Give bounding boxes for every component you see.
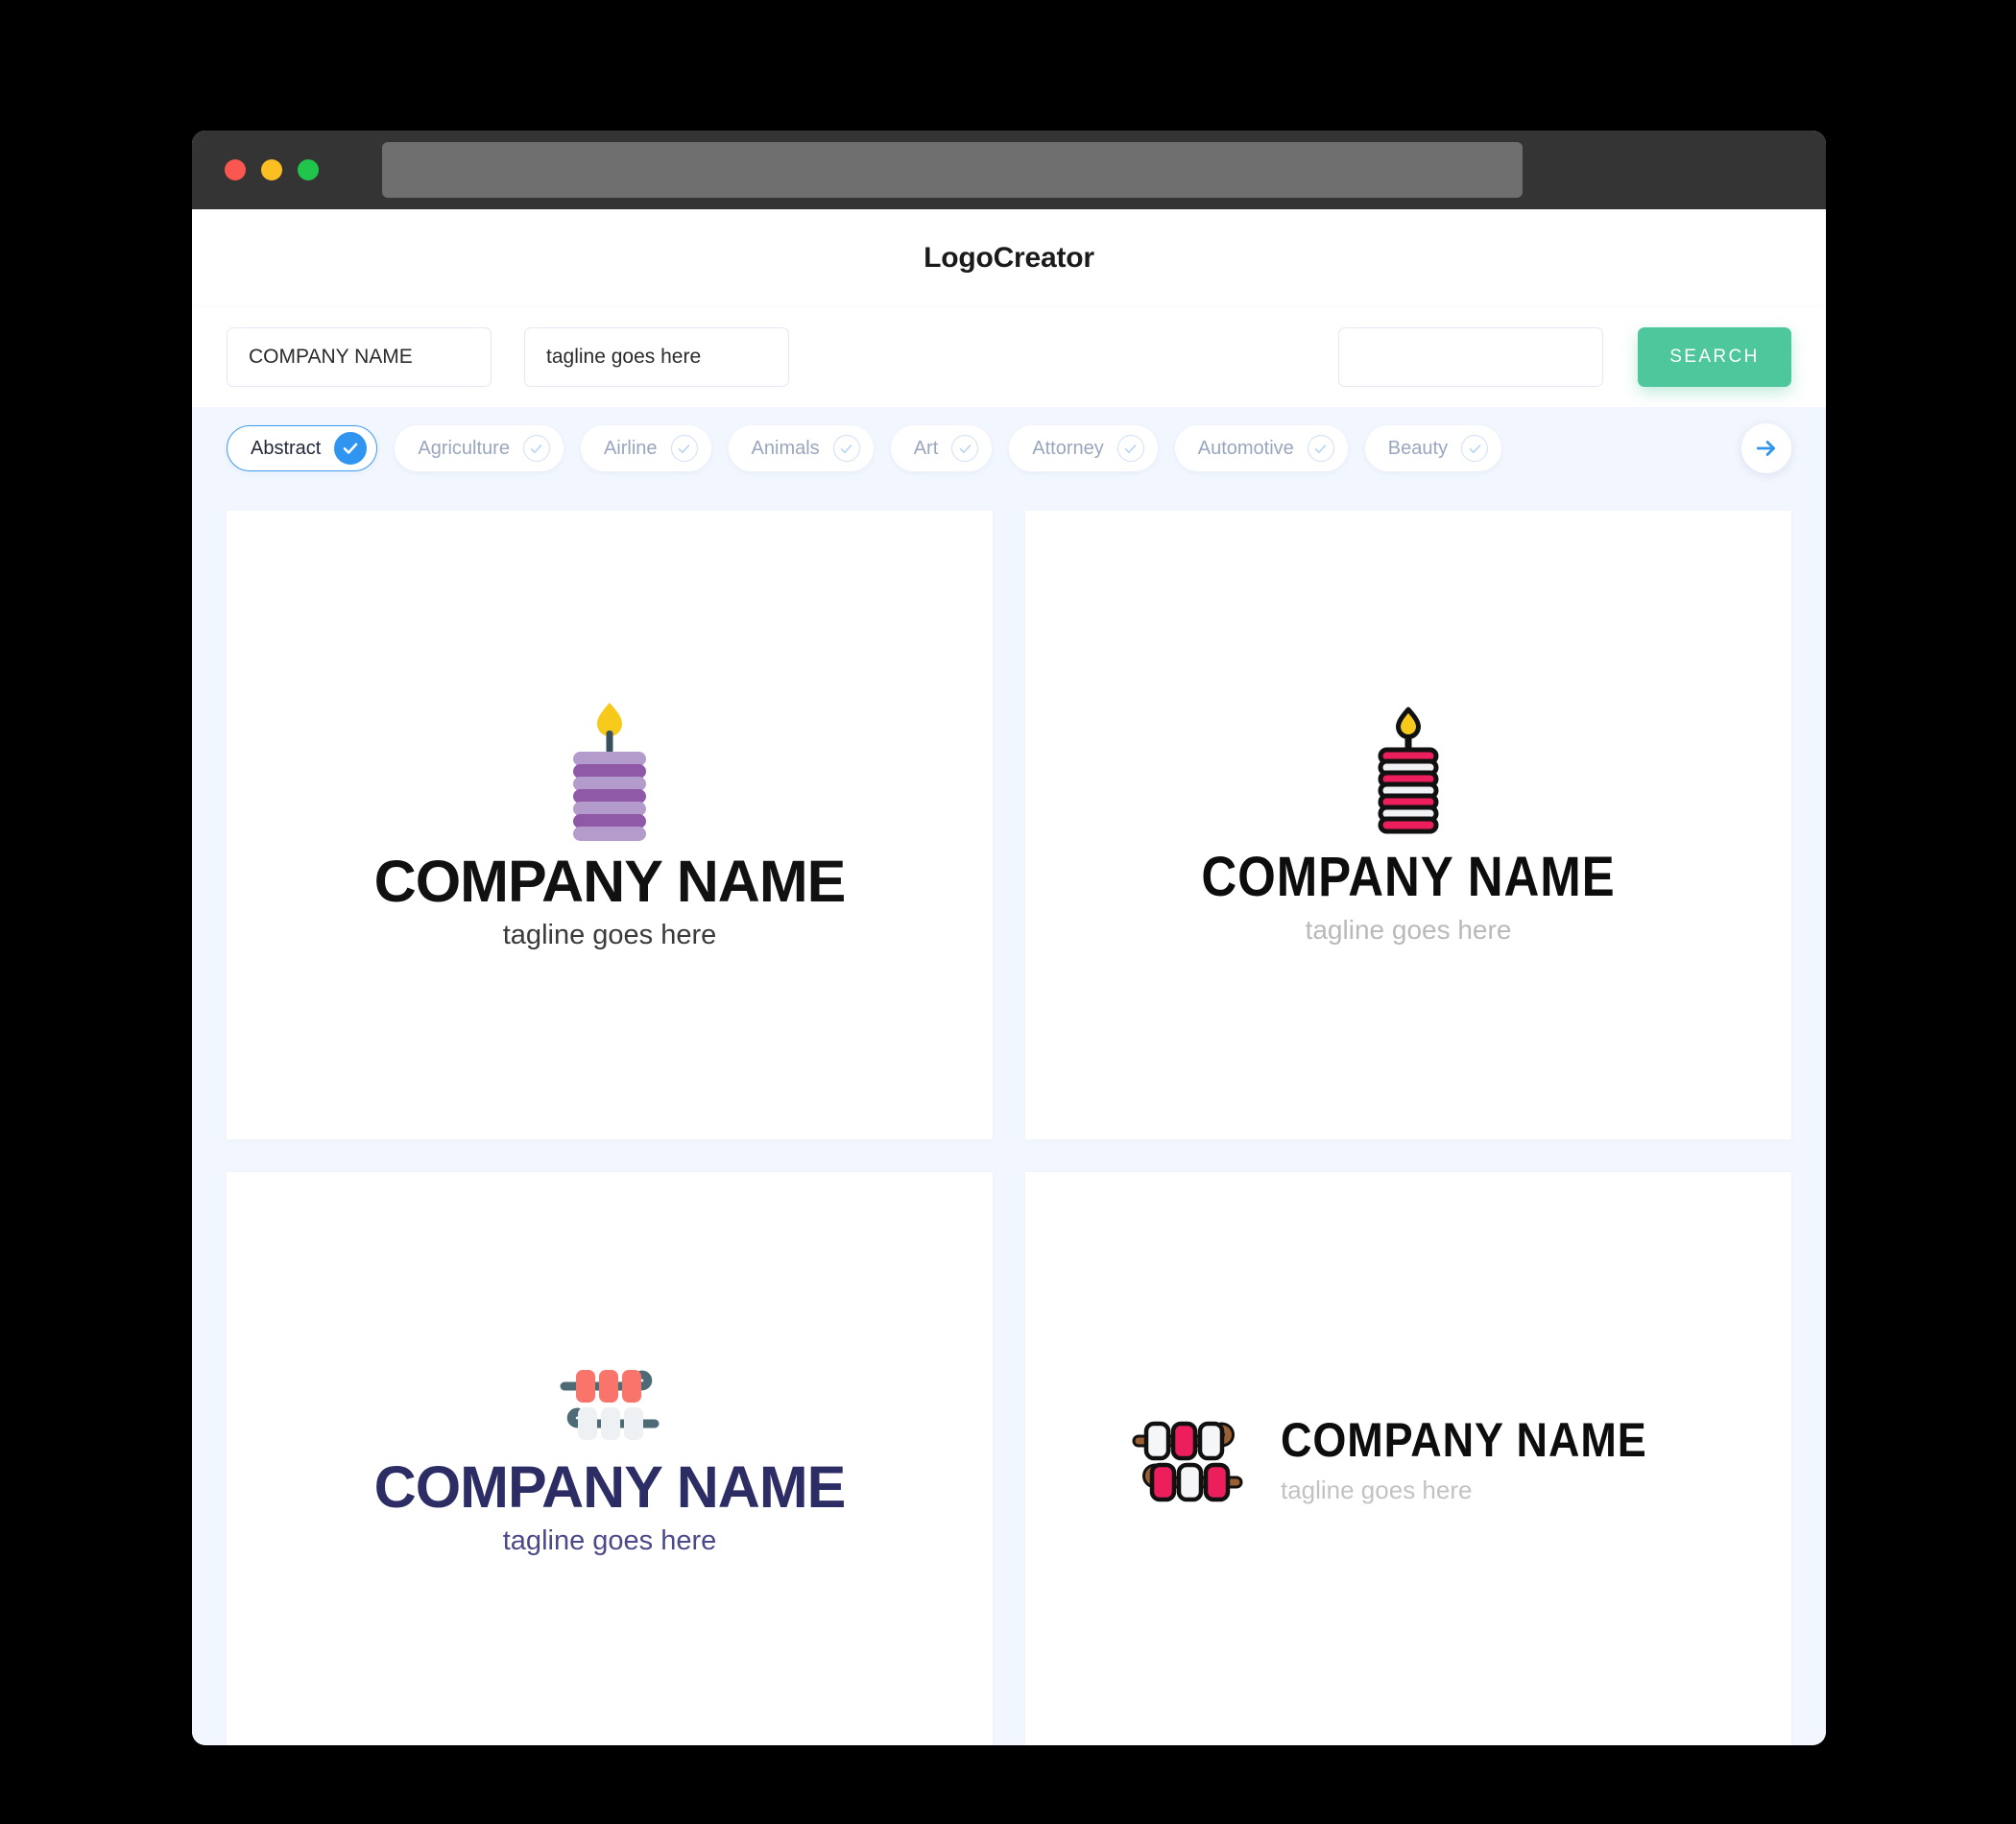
company-name-input[interactable]: COMPANY NAME <box>227 327 492 387</box>
category-chip-beauty[interactable]: Beauty <box>1364 425 1502 471</box>
logo-card[interactable]: COMPANY NAME tagline goes here <box>1025 511 1791 1140</box>
search-toolbar: COMPANY NAME tagline goes here SEARCH <box>192 307 1826 407</box>
logo-title: COMPANY NAME <box>1201 846 1616 908</box>
category-chip-automotive[interactable]: Automotive <box>1174 425 1348 471</box>
close-window-button[interactable] <box>225 159 246 180</box>
check-icon <box>334 432 368 465</box>
keyword-input[interactable] <box>1338 327 1603 387</box>
logo-preview: COMPANY NAME tagline goes here <box>374 1360 846 1557</box>
chip-label: Agriculture <box>418 437 510 459</box>
chip-label: Attorney <box>1032 437 1104 459</box>
double-skewer-crimson-outline-icon <box>1132 1421 1243 1501</box>
check-icon <box>1461 435 1489 462</box>
chip-label: Animals <box>751 437 820 459</box>
logo-tagline: tagline goes here <box>502 1525 717 1557</box>
check-icon <box>951 435 979 462</box>
logo-card[interactable]: COMPANY NAME tagline goes here <box>1025 1172 1791 1745</box>
app-header: LogoCreator <box>192 209 1826 307</box>
logo-tagline: tagline goes here <box>1280 1476 1473 1504</box>
chip-label: Beauty <box>1387 437 1449 459</box>
chip-label: Art <box>913 437 939 459</box>
check-icon <box>832 435 860 462</box>
logo-preview: COMPANY NAME tagline goes here <box>374 699 846 951</box>
category-chip-agriculture[interactable]: Agriculture <box>395 425 564 471</box>
category-chip-abstract[interactable]: Abstract <box>227 425 378 471</box>
logo-card[interactable]: COMPANY NAME tagline goes here <box>227 511 993 1140</box>
candle-stacked-discs-crimson-outline-icon <box>1378 707 1439 834</box>
chip-label: Abstract <box>251 437 322 459</box>
browser-window: LogoCreator COMPANY NAME tagline goes he… <box>192 131 1826 1745</box>
logo-preview: COMPANY NAME tagline goes here <box>1129 1412 1688 1505</box>
minimize-window-button[interactable] <box>261 159 282 180</box>
logo-preview: COMPANY NAME tagline goes here <box>1173 705 1644 946</box>
logo-title: COMPANY NAME <box>373 1453 847 1520</box>
category-chip-attorney[interactable]: Attorney <box>1009 425 1158 471</box>
page-title: LogoCreator <box>924 242 1094 274</box>
tagline-input[interactable]: tagline goes here <box>524 327 789 387</box>
chip-label: Automotive <box>1197 437 1294 459</box>
maximize-window-button[interactable] <box>298 159 319 180</box>
logo-title: COMPANY NAME <box>373 848 847 914</box>
check-icon <box>1307 435 1334 462</box>
category-chip-art[interactable]: Art <box>890 425 993 471</box>
candle-stacked-discs-purple-icon <box>573 702 646 841</box>
category-chip-animals[interactable]: Animals <box>728 425 874 471</box>
double-skewer-coral-gray-icon <box>560 1369 660 1440</box>
url-bar[interactable] <box>382 142 1523 198</box>
chip-label: Airline <box>603 437 658 459</box>
logo-tagline: tagline goes here <box>1305 915 1512 945</box>
check-icon <box>1116 435 1144 462</box>
logo-title: COMPANY NAME <box>1280 1413 1647 1467</box>
check-icon <box>522 435 550 462</box>
logo-results-grid: COMPANY NAME tagline goes here COMPANY N… <box>192 490 1826 1745</box>
arrow-right-icon[interactable] <box>1741 423 1791 473</box>
category-chip-airline[interactable]: Airline <box>580 425 711 471</box>
traffic-lights <box>225 159 319 180</box>
logo-card[interactable]: COMPANY NAME tagline goes here <box>227 1172 993 1745</box>
check-icon <box>670 435 698 462</box>
browser-titlebar <box>192 131 1826 209</box>
search-button[interactable]: SEARCH <box>1638 327 1791 387</box>
logo-tagline: tagline goes here <box>502 920 717 951</box>
category-filter-bar: Abstract Agriculture Airline Animals Art <box>192 407 1826 490</box>
